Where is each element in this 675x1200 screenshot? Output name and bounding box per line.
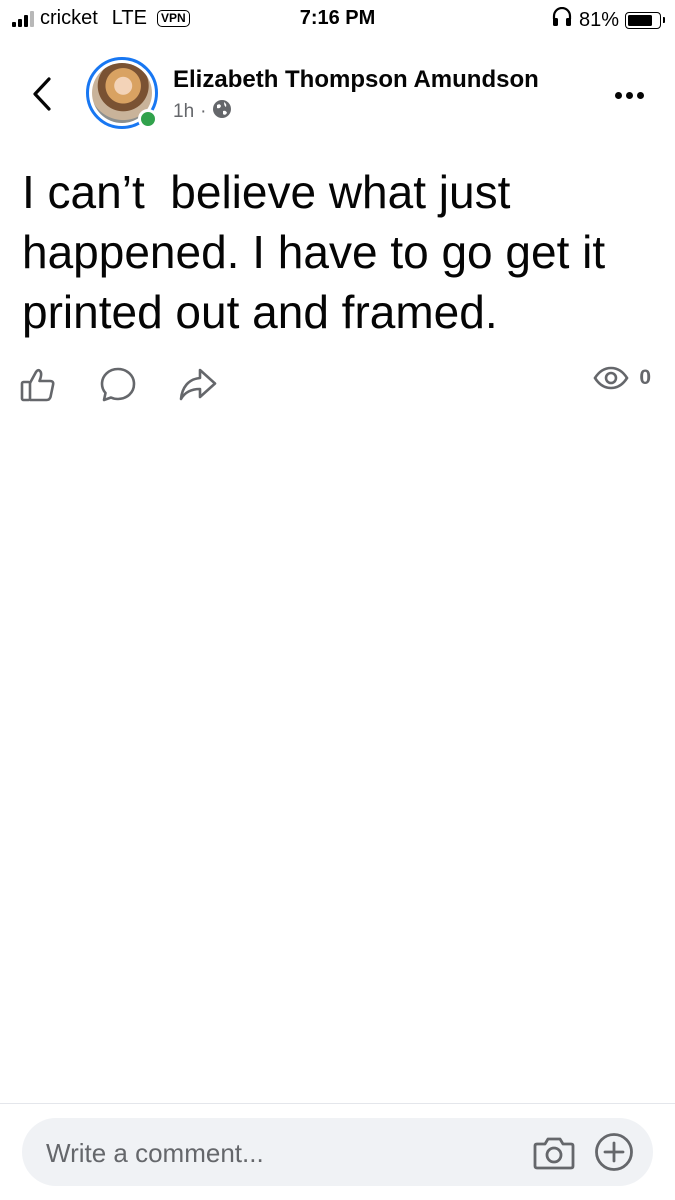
like-button[interactable] (16, 362, 60, 408)
more-dot (636, 91, 644, 99)
headphones-icon (551, 6, 573, 33)
comment-input[interactable] (44, 1118, 508, 1188)
camera-icon (533, 1137, 575, 1170)
share-icon (179, 368, 217, 401)
more-options-button[interactable] (609, 80, 649, 110)
status-bar: cricket LTE VPN 7:16 PM 81% (0, 0, 675, 38)
comment-button[interactable] (96, 362, 140, 408)
comment-bar (0, 1103, 675, 1200)
meta-separator: · (200, 101, 207, 122)
camera-button[interactable] (531, 1131, 577, 1173)
battery-percent: 81% (578, 8, 619, 31)
comment-icon (100, 367, 136, 402)
online-status-dot (138, 109, 158, 129)
author-avatar[interactable] (86, 57, 158, 129)
more-dot (625, 91, 633, 99)
post-time[interactable]: 1h (173, 101, 194, 123)
author-name[interactable]: Elizabeth Thompson Amundson (173, 66, 539, 94)
comment-box (22, 1118, 653, 1188)
more-dot (614, 91, 622, 99)
battery-icon (625, 11, 665, 29)
views-count: 0 (639, 366, 651, 389)
share-button[interactable] (176, 362, 220, 408)
battery-fill (628, 14, 653, 26)
views-counter: 0 (593, 366, 651, 390)
back-button[interactable] (22, 72, 62, 116)
eye-icon (593, 366, 629, 390)
plus-circle-icon (595, 1133, 633, 1171)
post-text: I can’t believe what just happened. I ha… (22, 166, 618, 338)
post-meta: 1h · (173, 99, 232, 125)
thumbs-up-icon (20, 368, 55, 402)
status-bar-right: 81% (551, 6, 665, 33)
globe-icon (212, 99, 232, 125)
add-attachment-button[interactable] (591, 1131, 637, 1173)
chevron-left-icon (33, 77, 51, 111)
